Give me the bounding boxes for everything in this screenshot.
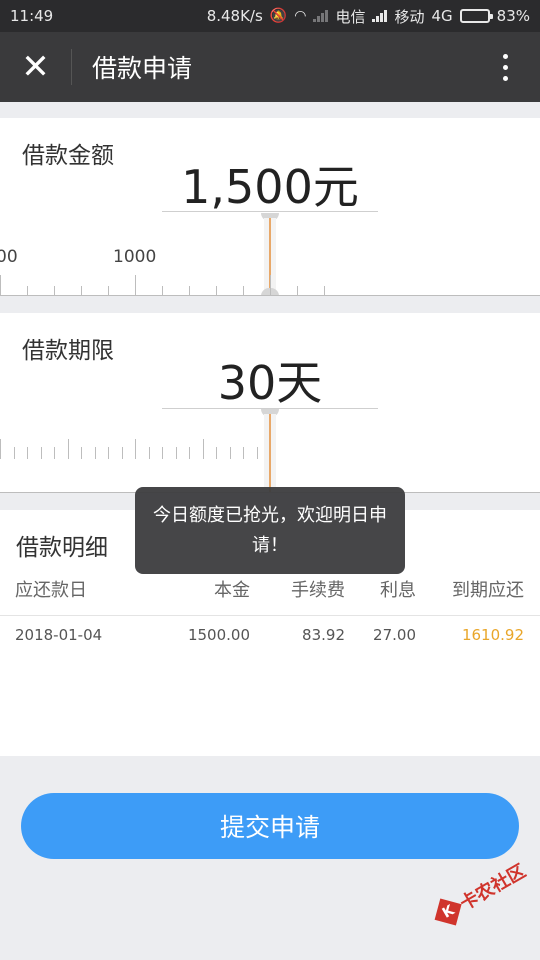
close-icon: ✕ — [21, 47, 50, 87]
page-title: 借款申请 — [92, 54, 193, 83]
detail-header: 应还款日 本金 手续费 利息 到期应还 — [0, 576, 540, 616]
ruler-tick — [324, 286, 325, 295]
ruler-tick — [54, 286, 55, 295]
ruler-tick — [135, 275, 136, 295]
ruler-tick — [108, 286, 109, 295]
watermark-text: 卡农社区 — [456, 860, 530, 915]
ruler-tick — [175, 447, 177, 459]
ruler-tick — [67, 439, 69, 459]
ruler-tick — [216, 447, 217, 459]
ruler-tick — [216, 286, 217, 295]
ruler-tick — [81, 447, 82, 459]
ruler-label-1000: 1000 — [113, 247, 157, 267]
more-button[interactable] — [470, 53, 540, 81]
ruler-tick — [27, 286, 28, 295]
ruler-tick — [121, 447, 123, 459]
ruler-tick — [229, 447, 231, 459]
ruler-tick — [189, 447, 190, 459]
ruler-tick — [148, 447, 150, 459]
signal-icon-1 — [313, 10, 329, 22]
cell-principal: 1500.00 — [187, 626, 250, 644]
term-label: 借款期限 — [22, 338, 114, 364]
ruler-label-left: 00 — [0, 247, 18, 267]
ruler-tick — [202, 439, 204, 459]
watermark: K 卡农社区 — [432, 857, 530, 929]
app-bar: ✕ 借款申请 — [0, 32, 540, 102]
term-value: 30天 — [162, 357, 378, 409]
cell-fee: 83.92 — [302, 626, 345, 644]
table-row: 2018-01-04 1500.00 83.92 27.00 1610.92 — [0, 626, 540, 658]
battery-icon — [459, 9, 493, 23]
header-due-date: 应还款日 — [15, 580, 87, 601]
ruler-tick — [0, 439, 1, 459]
ruler-tick — [40, 447, 42, 459]
network-speed: 8.48K/s — [206, 7, 263, 25]
ruler-tick — [297, 286, 298, 295]
ruler-tick — [27, 447, 28, 459]
amount-value: 1,500元 — [162, 162, 378, 212]
toast-message: 今日额度已抢光，欢迎明日申请！ — [135, 487, 405, 574]
close-button[interactable]: ✕ — [0, 47, 72, 87]
signal-icon-2 — [372, 10, 388, 22]
wifi-icon: ◠ — [294, 8, 307, 24]
term-card: 借款期限 30天 — [0, 313, 540, 493]
ruler-tick — [0, 275, 1, 295]
ruler-tick — [243, 286, 244, 295]
status-right: 8.48K/s 🔕 ◠ 电信 移动 4G 83% — [207, 6, 530, 27]
ruler-tick — [54, 447, 55, 459]
ruler-tick — [13, 447, 15, 459]
cell-total-due: 1610.92 — [461, 626, 524, 644]
cell-interest: 27.00 — [373, 626, 416, 644]
ruler-tick — [135, 439, 136, 459]
amount-ruler-base — [0, 295, 540, 296]
mute-icon: 🔕 — [269, 8, 288, 24]
header-fee: 手续费 — [291, 580, 345, 601]
ruler-tick — [243, 447, 244, 459]
ruler-tick — [189, 286, 190, 295]
ruler-tick — [94, 447, 96, 459]
submit-button[interactable]: 提交申请 — [21, 793, 519, 859]
battery-level: 83% — [496, 7, 530, 25]
carrier-2: 移动 — [394, 7, 425, 26]
ruler-tick — [81, 286, 82, 295]
amount-label: 借款金额 — [22, 143, 114, 169]
network-type: 4G — [431, 7, 453, 25]
detail-title: 借款明细 — [16, 535, 108, 561]
more-vertical-icon — [502, 53, 508, 59]
cell-due-date: 2018-01-04 — [15, 626, 103, 644]
ruler-tick — [270, 275, 271, 295]
amount-card: 借款金额 1,500元 00 1000 — [0, 118, 540, 296]
term-indicator-line — [269, 414, 271, 492]
header-total-due: 到期应还 — [452, 580, 524, 601]
header-interest: 利息 — [380, 580, 416, 601]
status-time: 11:49 — [10, 7, 54, 25]
header-principal: 本金 — [214, 580, 250, 601]
ruler-tick — [162, 447, 163, 459]
watermark-logo-icon: K — [434, 898, 462, 926]
ruler-tick — [162, 286, 163, 295]
status-bar: 11:49 8.48K/s 🔕 ◠ 电信 移动 4G 83% — [0, 0, 540, 32]
carrier-1: 电信 — [335, 7, 366, 26]
ruler-tick — [256, 447, 258, 459]
ruler-tick — [108, 447, 109, 459]
